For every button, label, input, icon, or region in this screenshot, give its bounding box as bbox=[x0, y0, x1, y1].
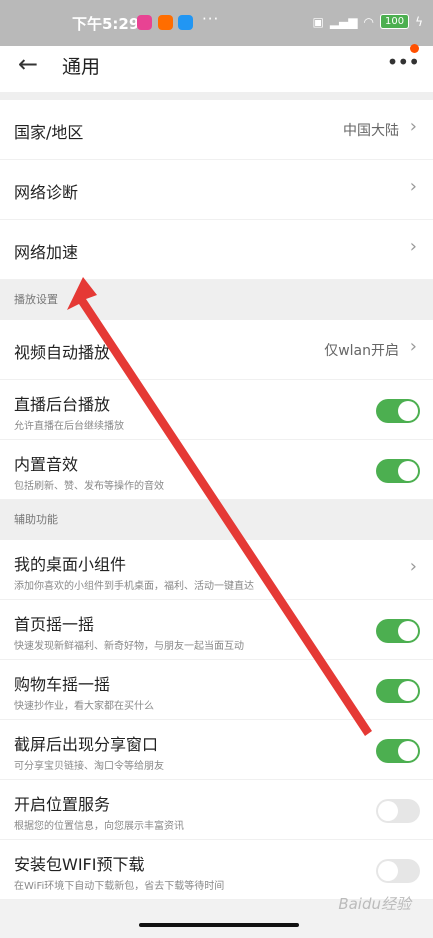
setting-label: 网络加速 bbox=[14, 243, 79, 262]
more-menu-icon[interactable]: ••• bbox=[387, 50, 420, 74]
wifi-icon: ◠ bbox=[363, 14, 374, 29]
toggle-switch-on[interactable] bbox=[376, 619, 420, 643]
settings-list: 国家/地区 中国大陆 › 网络诊断 › 网络加速 › 播放设置 视频自动播放 仅… bbox=[0, 92, 433, 930]
toggle-switch-on[interactable] bbox=[376, 679, 420, 703]
notification-app-icon bbox=[137, 15, 152, 30]
more-notifications-icon: ··· bbox=[202, 10, 220, 28]
setting-network-diagnosis[interactable]: 网络诊断 › bbox=[0, 160, 433, 220]
status-time: 下午5:29 bbox=[72, 15, 140, 33]
chevron-right-icon: › bbox=[409, 176, 417, 197]
back-arrow-icon[interactable]: ← bbox=[18, 50, 38, 78]
setting-network-acceleration[interactable]: 网络加速 › bbox=[0, 220, 433, 280]
setting-desktop-widget[interactable]: 我的桌面小组件 添加你喜欢的小组件到手机桌面，福利、活动一键直达 › bbox=[0, 540, 433, 600]
section-gap bbox=[0, 92, 433, 100]
setting-label: 直播后台播放 bbox=[14, 395, 111, 414]
setting-value: 中国大陆 bbox=[343, 123, 399, 139]
setting-screenshot-share: 截屏后出现分享窗口 可分享宝贝链接、淘口令等给朋友 bbox=[0, 720, 433, 780]
setting-description: 允许直播在后台继续播放 bbox=[14, 421, 124, 432]
mi-app-icon bbox=[158, 15, 173, 30]
notification-dot bbox=[410, 44, 419, 53]
setting-location-service: 开启位置服务 根据您的位置信息，向您展示丰富资讯 bbox=[0, 780, 433, 840]
setting-description: 添加你喜欢的小组件到手机桌面，福利、活动一键直达 bbox=[14, 581, 254, 592]
setting-description: 在WiFi环境下自动下载新包，省去下载等待时间 bbox=[14, 881, 225, 892]
setting-wifi-predownload: 安装包WIFI预下载 在WiFi环境下自动下载新包，省去下载等待时间 bbox=[0, 840, 433, 900]
toggle-switch-on[interactable] bbox=[376, 459, 420, 483]
setting-label: 购物车摇一摇 bbox=[14, 675, 111, 694]
setting-value: 仅wlan开启 bbox=[324, 343, 399, 359]
top-nav-bar: ← 通用 ••• bbox=[0, 44, 433, 92]
setting-label: 内置音效 bbox=[14, 455, 79, 474]
setting-cart-shake: 购物车摇一摇 快速抄作业，看大家都在买什么 bbox=[0, 660, 433, 720]
section-header-playback: 播放设置 bbox=[0, 280, 433, 320]
setting-description: 快速抄作业，看大家都在买什么 bbox=[14, 701, 154, 712]
setting-description: 可分享宝贝链接、淘口令等给朋友 bbox=[14, 761, 164, 772]
section-header-accessibility: 辅助功能 bbox=[0, 500, 433, 540]
page-title: 通用 bbox=[62, 56, 101, 78]
charging-icon: ϟ bbox=[415, 14, 423, 29]
chevron-right-icon: › bbox=[409, 556, 417, 577]
setting-label: 网络诊断 bbox=[14, 183, 79, 202]
chevron-right-icon: › bbox=[409, 116, 417, 137]
setting-label: 视频自动播放 bbox=[14, 343, 111, 362]
toggle-switch-off[interactable] bbox=[376, 859, 420, 883]
nfc-icon: ▣ bbox=[312, 14, 324, 29]
message-app-icon bbox=[178, 15, 193, 30]
setting-video-autoplay[interactable]: 视频自动播放 仅wlan开启 › bbox=[0, 320, 433, 380]
toggle-switch-on[interactable] bbox=[376, 739, 420, 763]
status-indicators: ▣ ▂▄▆ ◠ 100 ϟ bbox=[312, 14, 423, 29]
setting-label: 国家/地区 bbox=[14, 123, 84, 142]
status-bar: 下午5:29 ··· ▣ ▂▄▆ ◠ 100 ϟ bbox=[0, 0, 433, 46]
setting-country-region[interactable]: 国家/地区 中国大陆 › bbox=[0, 100, 433, 160]
setting-description: 快速发现新鲜福利、新奇好物，与朋友一起当面互动 bbox=[14, 641, 244, 652]
setting-description: 包括刷新、赞、发布等操作的音效 bbox=[14, 481, 164, 492]
setting-description: 根据您的位置信息，向您展示丰富资讯 bbox=[14, 821, 184, 832]
setting-built-in-sound: 内置音效 包括刷新、赞、发布等操作的音效 bbox=[0, 440, 433, 500]
chevron-right-icon: › bbox=[409, 336, 417, 357]
signal-icon: ▂▄▆ bbox=[329, 14, 358, 29]
setting-label: 安装包WIFI预下载 bbox=[14, 855, 145, 874]
toggle-switch-on[interactable] bbox=[376, 399, 420, 423]
setting-home-shake: 首页摇一摇 快速发现新鲜福利、新奇好物，与朋友一起当面互动 bbox=[0, 600, 433, 660]
toggle-switch-off[interactable] bbox=[376, 799, 420, 823]
setting-label: 我的桌面小组件 bbox=[14, 555, 127, 574]
setting-label: 截屏后出现分享窗口 bbox=[14, 735, 159, 754]
setting-label: 首页摇一摇 bbox=[14, 615, 95, 634]
chevron-right-icon: › bbox=[409, 236, 417, 257]
battery-icon: 100 bbox=[379, 14, 410, 29]
setting-live-background-play: 直播后台播放 允许直播在后台继续播放 bbox=[0, 380, 433, 440]
baidu-watermark: Baidu经验 bbox=[338, 895, 411, 913]
setting-label: 开启位置服务 bbox=[14, 795, 111, 814]
gesture-navigation-bar[interactable] bbox=[139, 923, 299, 927]
